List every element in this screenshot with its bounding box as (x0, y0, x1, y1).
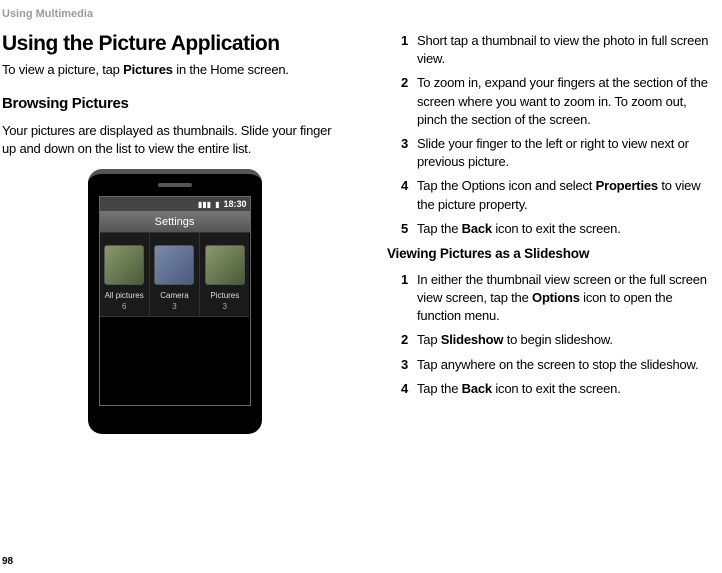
step-text: Tap the Back icon to exit the screen. (417, 380, 712, 398)
status-time: 18:30 (223, 199, 246, 209)
step-number: 3 (387, 356, 417, 374)
intro-text-post: in the Home screen. (173, 62, 289, 77)
step-post: icon to exit the screen. (492, 221, 621, 236)
step-item: 5 Tap the Back icon to exit the screen. (387, 220, 712, 238)
steps-list-a: 1 Short tap a thumbnail to view the phot… (387, 32, 712, 238)
step-item: 1 Short tap a thumbnail to view the phot… (387, 32, 712, 68)
tab-count: 3 (223, 302, 227, 311)
steps-list-b: 1 In either the thumbnail view screen or… (387, 271, 712, 398)
signal-icon: ▮▮▮ (198, 200, 211, 209)
status-bar: ▮▮▮ ▮ 18:30 (100, 197, 250, 211)
step-pre: Tap the Options icon and select (417, 178, 596, 193)
step-text: To zoom in, expand your fingers at the s… (417, 74, 712, 129)
step-text: In either the thumbnail view screen or t… (417, 271, 712, 326)
tab-camera: Camera 3 (150, 233, 200, 317)
screen-body (100, 317, 250, 405)
step-pre: Tap the (417, 381, 462, 396)
step-item: 1 In either the thumbnail view screen or… (387, 271, 712, 326)
phone-earpiece (158, 183, 192, 187)
step-number: 3 (387, 135, 417, 171)
step-text: Tap anywhere on the screen to stop the s… (417, 356, 712, 374)
step-number: 1 (387, 271, 417, 326)
tab-pictures: Pictures 3 (200, 233, 249, 317)
phone-mockup: ▮▮▮ ▮ 18:30 Settings All pictures 6 Came… (88, 169, 262, 434)
tab-count: 3 (172, 302, 176, 311)
step-text: Slide your finger to the left or right t… (417, 135, 712, 171)
step-bold: Properties (596, 178, 658, 193)
step-number: 1 (387, 32, 417, 68)
step-item: 4 Tap the Options icon and select Proper… (387, 177, 712, 213)
body-paragraph: Your pictures are displayed as thumbnail… (2, 122, 347, 157)
tab-count: 6 (122, 302, 126, 311)
step-text: Tap the Options icon and select Properti… (417, 177, 712, 213)
step-pre: Tap the (417, 221, 462, 236)
battery-icon: ▮ (215, 200, 219, 209)
step-item: 3 Tap anywhere on the screen to stop the… (387, 356, 712, 374)
step-bold: Back (462, 221, 492, 236)
page-number: 98 (2, 556, 13, 567)
step-item: 2 To zoom in, expand your fingers at the… (387, 74, 712, 129)
tab-thumb-icon (104, 245, 144, 285)
app-title-bar: Settings (100, 211, 250, 233)
left-column: Using the Picture Application To view a … (2, 32, 347, 434)
tab-label: Pictures (210, 291, 239, 300)
subheading-slideshow: Viewing Pictures as a Slideshow (387, 246, 712, 261)
step-number: 2 (387, 74, 417, 129)
tab-row: All pictures 6 Camera 3 Pictures 3 (100, 233, 250, 317)
step-bold: Options (532, 290, 580, 305)
step-number: 5 (387, 220, 417, 238)
step-item: 3 Slide your finger to the left or right… (387, 135, 712, 171)
step-item: 2 Tap Slideshow to begin slideshow. (387, 331, 712, 349)
right-column: 1 Short tap a thumbnail to view the phot… (387, 32, 712, 434)
step-number: 2 (387, 331, 417, 349)
step-bold: Back (462, 381, 492, 396)
step-post: icon to exit the screen. (492, 381, 621, 396)
tab-thumb-icon (154, 245, 194, 285)
phone-screen: ▮▮▮ ▮ 18:30 Settings All pictures 6 Came… (99, 196, 251, 406)
step-pre: Tap (417, 332, 441, 347)
step-number: 4 (387, 380, 417, 398)
step-text: Short tap a thumbnail to view the photo … (417, 32, 712, 68)
step-text: Tap Slideshow to begin slideshow. (417, 331, 712, 349)
intro-bold: Pictures (123, 62, 173, 77)
tab-thumb-icon (205, 245, 245, 285)
page-title: Using the Picture Application (2, 32, 347, 56)
intro-paragraph: To view a picture, tap Pictures in the H… (2, 62, 347, 77)
intro-text-pre: To view a picture, tap (2, 62, 123, 77)
step-item: 4 Tap the Back icon to exit the screen. (387, 380, 712, 398)
subheading-browsing: Browsing Pictures (2, 95, 347, 112)
section-header: Using Multimedia (0, 8, 722, 32)
tab-all-pictures: All pictures 6 (100, 233, 150, 317)
step-bold: Slideshow (441, 332, 504, 347)
step-post: to begin slideshow. (503, 332, 612, 347)
page-content: Using the Picture Application To view a … (0, 32, 722, 434)
tab-label: Camera (160, 291, 188, 300)
step-text: Tap the Back icon to exit the screen. (417, 220, 712, 238)
tab-label: All pictures (105, 291, 144, 300)
step-number: 4 (387, 177, 417, 213)
